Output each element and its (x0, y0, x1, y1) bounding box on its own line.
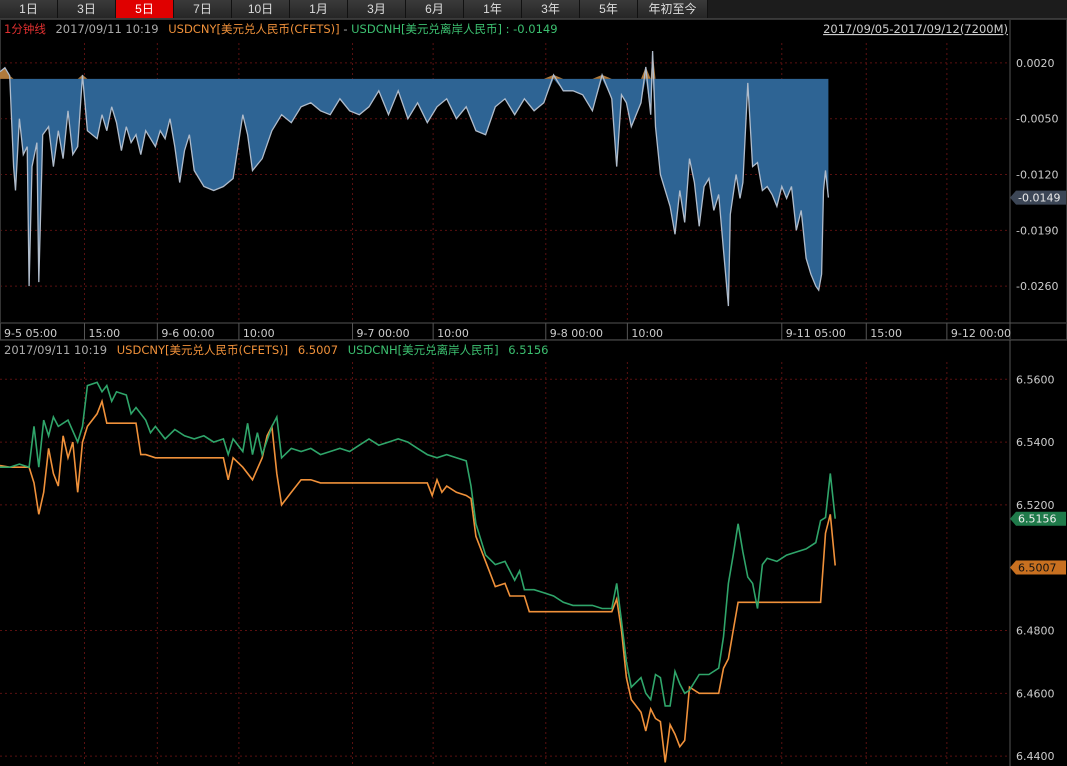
top-header-datetime: 2017/09/11 10:19 (55, 22, 158, 36)
bottom-y-tick-3: 6.4800 (1016, 625, 1055, 638)
period-tab-6[interactable]: 3月 (348, 0, 406, 18)
bottom-header-legend: 2017/09/11 10:19 USDCNY[美元兑人民币(CFETS)] 6… (4, 343, 548, 357)
usdcny-value-label: 6.5007 (1018, 562, 1057, 575)
top-header-series-a: USDCNY[美元兑人民币(CFETS)] (168, 22, 339, 36)
top-x-tick-6: 9-8 00:00 (550, 327, 603, 340)
bottom-y-tick-0: 6.5600 (1016, 373, 1055, 386)
top-x-tick-2: 9-6 00:00 (161, 327, 214, 340)
top-x-tick-3: 10:00 (243, 327, 275, 340)
period-tab-1[interactable]: 3日 (58, 0, 116, 18)
period-tab-3[interactable]: 7日 (174, 0, 232, 18)
top-x-tick-0: 9-5 05:00 (4, 327, 57, 340)
spread-current-value-label: -0.0149 (1018, 192, 1060, 205)
top-x-tick-9: 15:00 (870, 327, 902, 340)
bottom-header-series-a: USDCNY[美元兑人民币(CFETS)] (117, 343, 288, 357)
top-y-tick-2: -0.0120 (1016, 169, 1058, 182)
top-header-legend: 1分钟线 2017/09/11 10:19 USDCNY[美元兑人民币(CFET… (4, 22, 558, 36)
top-header-value: : -0.0149 (506, 22, 558, 36)
bottom-y-tick-1: 6.5400 (1016, 436, 1055, 449)
usdcnh-value-tag: 6.5156 (1010, 511, 1066, 526)
bottom-header-value-a: 6.5007 (298, 343, 338, 357)
spread-area (0, 78, 829, 307)
top-y-tick-3: -0.0190 (1016, 224, 1058, 237)
top-x-tick-1: 15:00 (88, 327, 120, 340)
bottom-header-value-b: 6.5156 (508, 343, 548, 357)
top-x-tick-7: 10:00 (631, 327, 663, 340)
usdcny-value-tag: 6.5007 (1010, 560, 1066, 575)
top-x-tick-10: 9-12 00:00 (951, 327, 1011, 340)
period-toolbar: 1日 3日 5日 7日 10日 1月 3月 6月 1年 3年 5年 年初至今 (0, 0, 1067, 19)
interval-label: 1分钟线 (4, 22, 46, 36)
top-panel: 0.0020 -0.0050 -0.0120 -0.0190 -0.0260 9-5 0… (0, 19, 1067, 766)
top-y-tick-4: -0.0260 (1016, 280, 1058, 293)
top-header-series-b: USDCNH[美元兑离岸人民币] (351, 22, 502, 36)
chart-canvas: 0.0020 -0.0050 -0.0120 -0.0190 -0.0260 9-5 0… (0, 19, 1067, 766)
top-y-tick-0: 0.0020 (1016, 57, 1055, 70)
top-x-tick-4: 9-7 00:00 (357, 327, 410, 340)
bottom-y-tick-2: 6.5200 (1016, 499, 1055, 512)
top-y-axis: 0.0020 -0.0050 -0.0120 -0.0190 -0.0260 (1016, 57, 1058, 293)
period-tab-0[interactable]: 1日 (0, 0, 58, 18)
top-header-separator: - (343, 22, 351, 36)
spread-positive-area (0, 51, 829, 79)
period-tab-8[interactable]: 1年 (464, 0, 522, 18)
period-tab-9[interactable]: 3年 (522, 0, 580, 18)
bottom-y-tick-5: 6.4400 (1016, 750, 1055, 763)
period-tab-5[interactable]: 1月 (290, 0, 348, 18)
bottom-header-series-b: USDCNH[美元兑离岸人民币] (348, 343, 499, 357)
period-tab-7[interactable]: 6月 (406, 0, 464, 18)
period-tab-11[interactable]: 年初至今 (638, 0, 708, 18)
bottom-panel: 6.5600 6.5400 6.5200 6.4800 6.4600 6.4400 6.5… (0, 343, 1066, 764)
bottom-y-tick-4: 6.4600 (1016, 687, 1055, 700)
top-x-tick-5: 10:00 (437, 327, 469, 340)
usdcnh-value-label: 6.5156 (1018, 513, 1057, 526)
top-panel-frame (0, 19, 1067, 340)
period-tab-10[interactable]: 5年 (580, 0, 638, 18)
period-tab-4[interactable]: 10日 (232, 0, 290, 18)
top-x-axis: 9-5 05:00 15:00 9-6 00:00 10:00 9-7 00:00 10:… (0, 323, 1011, 340)
spread-current-value-tag: -0.0149 (1010, 190, 1066, 205)
usdcny-line (0, 398, 836, 763)
top-y-tick-1: -0.0050 (1016, 113, 1058, 126)
usdcnh-line (0, 381, 836, 707)
top-x-tick-8: 9-11 05:00 (786, 327, 846, 340)
date-range-label[interactable]: 2017/09/05-2017/09/12(7200M) (823, 22, 1008, 36)
bottom-header-datetime: 2017/09/11 10:19 (4, 343, 107, 357)
period-tab-2[interactable]: 5日 (116, 0, 174, 18)
